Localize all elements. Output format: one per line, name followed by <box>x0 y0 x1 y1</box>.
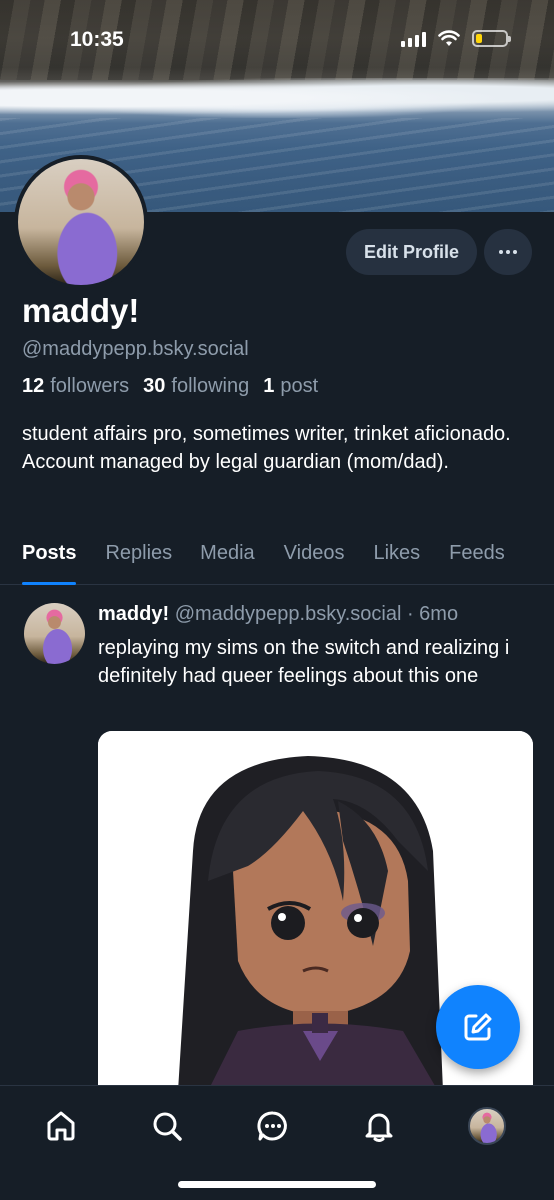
battery-icon <box>472 30 511 47</box>
profile-stats: 12 followers 30 following 1 post <box>22 375 318 398</box>
compose-button[interactable] <box>436 985 520 1069</box>
search-icon <box>153 1112 182 1141</box>
post-author[interactable]: maddy! <box>98 603 169 625</box>
tab-likes[interactable]: Likes <box>373 530 420 585</box>
chat-icon <box>257 1111 287 1141</box>
status-icons <box>401 30 511 47</box>
compose-icon <box>464 1013 492 1041</box>
post-handle[interactable]: @maddypepp.bsky.social <box>175 603 402 625</box>
nav-avatar <box>468 1107 506 1145</box>
bell-icon <box>365 1113 393 1142</box>
banner-foam <box>0 78 554 118</box>
nav-notifications[interactable] <box>359 1106 399 1146</box>
following-link[interactable]: 30 following <box>143 375 249 398</box>
post-text: replaying my sims on the switch and real… <box>98 637 510 687</box>
signal-icon <box>401 31 426 47</box>
profile-avatar[interactable] <box>14 155 148 289</box>
tab-videos[interactable]: Videos <box>284 530 345 585</box>
post-avatar[interactable] <box>24 603 85 664</box>
tab-media[interactable]: Media <box>200 530 254 585</box>
nav-chat[interactable] <box>253 1106 293 1146</box>
display-name: maddy! <box>22 292 140 329</box>
wifi-icon <box>438 30 460 46</box>
nav-search[interactable] <box>147 1106 187 1146</box>
post-header: maddy! @maddypepp.bsky.social · 6mo <box>98 603 458 626</box>
post-time: · 6mo <box>406 603 459 625</box>
home-icon <box>47 1111 75 1141</box>
nav-home[interactable] <box>41 1106 81 1146</box>
profile-handle: @maddypepp.bsky.social <box>22 338 249 360</box>
home-indicator <box>178 1181 376 1188</box>
tab-posts[interactable]: Posts <box>22 530 77 585</box>
status-time: 10:35 <box>70 28 124 51</box>
more-options-button[interactable] <box>484 229 532 275</box>
profile-bio: student affairs pro, sometimes writer, t… <box>22 423 511 473</box>
posts-count: 1 post <box>263 375 319 397</box>
edit-profile-button[interactable]: Edit Profile <box>346 229 477 275</box>
tab-replies[interactable]: Replies <box>105 530 172 585</box>
nav-profile[interactable] <box>467 1106 507 1146</box>
ellipsis-icon <box>499 250 503 254</box>
profile-tabs: Posts Replies Media Videos Likes Feeds <box>0 530 554 585</box>
tab-feeds[interactable]: Feeds <box>449 530 505 585</box>
followers-link[interactable]: 12 followers <box>22 375 129 398</box>
